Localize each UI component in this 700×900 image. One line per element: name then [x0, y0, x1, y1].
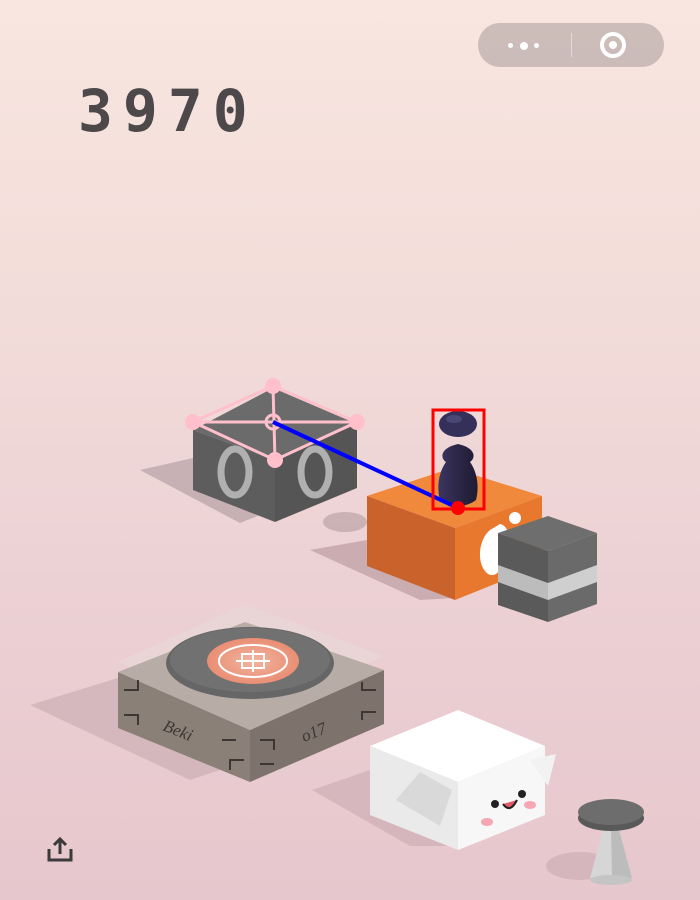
gray-stool	[546, 799, 644, 885]
target-vertex	[185, 414, 201, 430]
player-head	[439, 411, 477, 437]
gray-striped-box	[498, 516, 597, 622]
target-vertex	[265, 378, 281, 394]
smile-left-cheek	[481, 818, 493, 826]
target-vertex	[349, 414, 365, 430]
stool-base	[590, 875, 632, 885]
share-upload-icon	[47, 836, 73, 862]
smile-left-eye	[491, 800, 499, 808]
player-highlight	[446, 415, 462, 423]
stool-leg-shade	[611, 826, 632, 880]
player-body	[438, 444, 478, 506]
record-player-box: Beki o17	[30, 604, 384, 782]
smile-right-eye	[518, 790, 526, 798]
target-vertex	[267, 452, 283, 468]
stool-seat	[578, 799, 644, 825]
white-blob-dot	[509, 512, 521, 524]
game-scene[interactable]: Beki o17	[0, 0, 700, 900]
player-shadow	[323, 512, 367, 532]
chess-piece-player[interactable]	[438, 411, 478, 506]
smile-right-cheek	[524, 801, 536, 809]
share-button[interactable]	[44, 834, 76, 866]
record-label-pattern	[236, 650, 270, 672]
